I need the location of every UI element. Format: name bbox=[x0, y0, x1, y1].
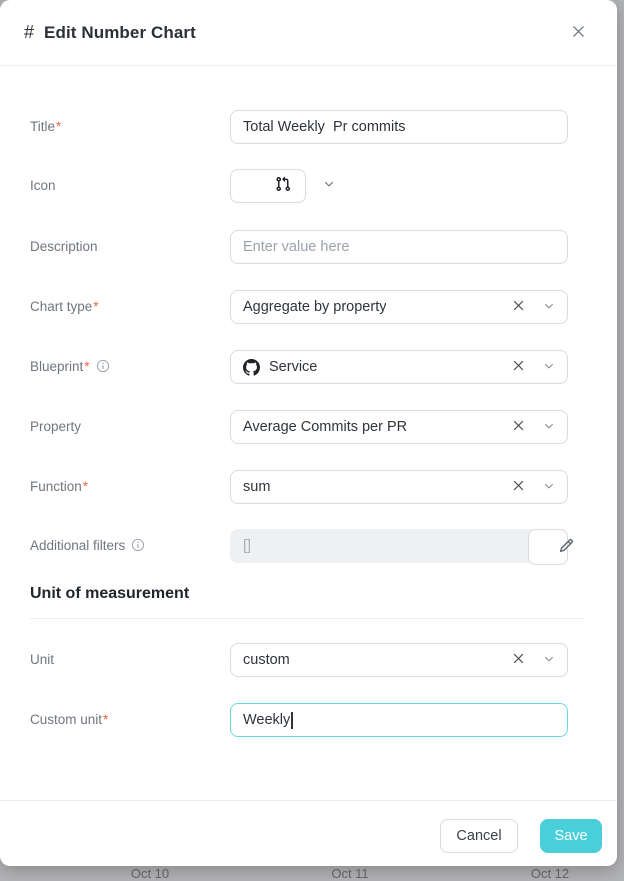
description-row: Description Enter value here bbox=[30, 230, 602, 264]
clear-button[interactable] bbox=[512, 359, 525, 375]
chart-type-select[interactable]: Aggregate by property bbox=[230, 290, 568, 324]
custom-unit-label: Custom unit* bbox=[30, 703, 108, 737]
chart-type-row: Chart type* Aggregate by property bbox=[30, 290, 602, 324]
dropdown-toggle[interactable] bbox=[543, 420, 555, 435]
function-select[interactable]: sum bbox=[230, 470, 568, 504]
chevron-down-icon bbox=[291, 162, 335, 210]
modal-title: Edit Number Chart bbox=[44, 23, 196, 43]
required-asterisk: * bbox=[56, 119, 61, 134]
dropdown-toggle[interactable] bbox=[543, 300, 555, 315]
info-icon[interactable] bbox=[96, 352, 110, 386]
icon-row: Icon bbox=[30, 169, 602, 203]
cancel-button[interactable]: Cancel bbox=[440, 819, 518, 853]
number-chart-icon: # bbox=[24, 22, 34, 43]
chevron-down-icon bbox=[543, 480, 555, 495]
custom-unit-row: Custom unit* Weekly bbox=[30, 703, 602, 737]
clear-button[interactable] bbox=[512, 479, 525, 495]
icon-label: Icon bbox=[30, 169, 56, 203]
chevron-down-icon bbox=[543, 420, 555, 435]
clear-button[interactable] bbox=[512, 299, 525, 315]
additional-filters-label: Additional filters bbox=[30, 529, 145, 565]
unit-select[interactable]: custom bbox=[230, 643, 568, 677]
chevron-down-icon bbox=[543, 360, 555, 375]
clear-button[interactable] bbox=[512, 419, 525, 435]
required-asterisk: * bbox=[103, 712, 108, 727]
edit-filters-button[interactable] bbox=[528, 529, 568, 565]
property-row: Property Average Commits per PR bbox=[30, 410, 602, 444]
property-label: Property bbox=[30, 410, 81, 444]
dropdown-toggle[interactable] bbox=[543, 653, 555, 668]
clear-x-icon bbox=[512, 359, 525, 375]
blueprint-select[interactable]: Service bbox=[230, 350, 568, 384]
modal-header: # Edit Number Chart bbox=[0, 0, 617, 66]
section-title-unit-of-measurement: Unit of measurement bbox=[30, 585, 189, 603]
footer-divider bbox=[0, 800, 617, 801]
clear-x-icon bbox=[512, 299, 525, 315]
clear-x-icon bbox=[512, 652, 525, 668]
section-divider bbox=[30, 618, 583, 619]
required-asterisk: * bbox=[93, 299, 98, 314]
text-caret bbox=[291, 712, 293, 729]
icon-select[interactable] bbox=[230, 169, 306, 203]
custom-unit-input[interactable]: Weekly bbox=[230, 703, 568, 737]
blueprint-label: Blueprint* bbox=[30, 350, 110, 386]
function-label: Function* bbox=[30, 470, 88, 504]
title-row: Title* Total Weekly Pr commits bbox=[30, 110, 602, 144]
description-input[interactable]: Enter value here bbox=[230, 230, 568, 264]
description-label: Description bbox=[30, 230, 98, 264]
chevron-down-icon bbox=[543, 300, 555, 315]
blueprint-row: Blueprint* Service bbox=[30, 350, 602, 384]
github-icon bbox=[243, 359, 260, 376]
pencil-icon bbox=[522, 523, 574, 571]
dropdown-toggle[interactable] bbox=[543, 360, 555, 375]
clear-x-icon bbox=[512, 479, 525, 495]
clear-x-icon bbox=[512, 419, 525, 435]
additional-filters-input: [] bbox=[230, 529, 568, 563]
property-select[interactable]: Average Commits per PR bbox=[230, 410, 568, 444]
unit-label: Unit bbox=[30, 643, 54, 677]
unit-row: Unit custom bbox=[30, 643, 602, 677]
close-icon bbox=[571, 24, 586, 42]
screen: { "header": { "icon_glyph": "#", "title"… bbox=[0, 0, 624, 874]
save-button[interactable]: Save bbox=[540, 819, 602, 853]
title-label: Title* bbox=[30, 110, 61, 144]
required-asterisk: * bbox=[84, 359, 89, 374]
git-pull-request-icon bbox=[243, 160, 291, 212]
function-row: Function* sum bbox=[30, 470, 602, 504]
chart-type-label: Chart type* bbox=[30, 290, 99, 324]
chevron-down-icon bbox=[543, 653, 555, 668]
close-button[interactable] bbox=[565, 20, 591, 46]
required-asterisk: * bbox=[83, 479, 88, 494]
info-icon[interactable] bbox=[131, 531, 145, 565]
edit-number-chart-modal: # Edit Number Chart Title* Total Weekly … bbox=[0, 0, 617, 866]
dropdown-toggle[interactable] bbox=[543, 480, 555, 495]
additional-filters-row: Additional filters [] bbox=[30, 529, 602, 563]
clear-button[interactable] bbox=[512, 652, 525, 668]
title-input[interactable]: Total Weekly Pr commits bbox=[230, 110, 568, 144]
